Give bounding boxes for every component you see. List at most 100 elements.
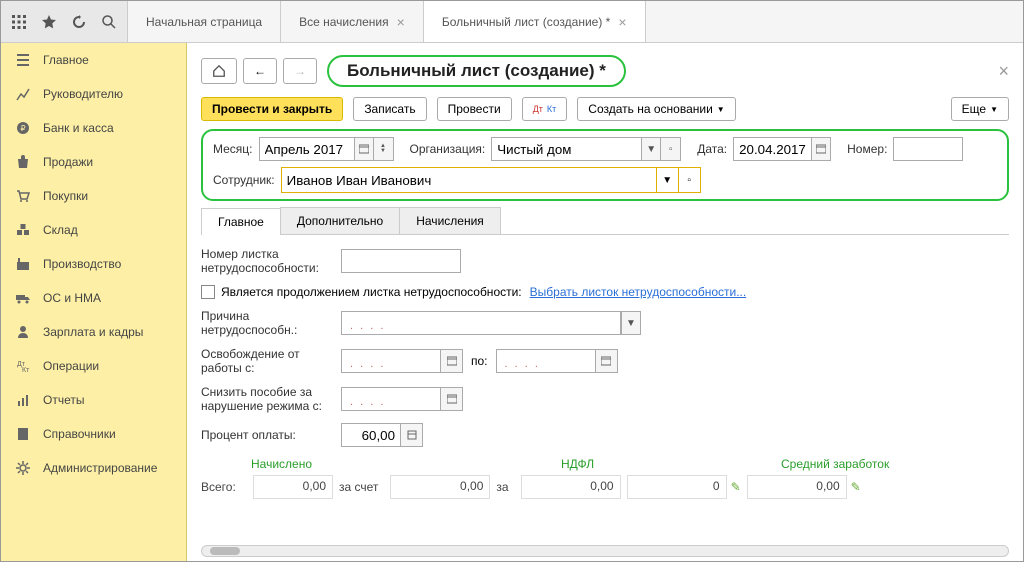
tab-all-accruals[interactable]: Все начисления×	[281, 1, 424, 42]
tab-additional[interactable]: Дополнительно	[280, 207, 400, 234]
sheetno-input[interactable]	[341, 249, 461, 273]
calendar-icon[interactable]	[811, 137, 831, 161]
dtkt-button[interactable]: ДтКт	[522, 97, 568, 121]
topbar: Начальная страница Все начисления× Больн…	[1, 1, 1023, 43]
release-to-input[interactable]	[496, 349, 596, 373]
boxes-icon	[15, 222, 31, 238]
top-tabs: Начальная страница Все начисления× Больн…	[128, 1, 1023, 42]
tab-sick-leave[interactable]: Больничный лист (создание) *×	[424, 1, 646, 42]
month-input[interactable]	[259, 137, 354, 161]
tab-main[interactable]: Главное	[201, 208, 281, 235]
totals-section: Начислено НДФЛ Средний заработок Всего: …	[201, 457, 1009, 499]
sidebar-item-operations[interactable]: ДтКт Операции	[1, 349, 186, 383]
sidebar-item-sales[interactable]: Продажи	[1, 145, 186, 179]
sidebar-item-assets[interactable]: ОС и НМА	[1, 281, 186, 315]
inner-tabs: Главное Дополнительно Начисления	[201, 207, 1009, 235]
forward-button[interactable]: →	[283, 58, 317, 84]
post-close-button[interactable]: Провести и закрыть	[201, 97, 343, 121]
avg-header: Средний заработок	[781, 457, 889, 471]
tab-home[interactable]: Начальная страница	[128, 1, 281, 42]
spinner-icon[interactable]: ▲▼	[374, 137, 394, 161]
tab-accruals[interactable]: Начисления	[399, 207, 501, 234]
calendar-icon[interactable]	[354, 137, 374, 161]
open-icon[interactable]: ▫	[661, 137, 681, 161]
cart-icon	[15, 188, 31, 204]
paypercent-input[interactable]	[341, 423, 401, 447]
continuation-label: Является продолжением листка нетрудоспос…	[221, 285, 522, 299]
dropdown-icon[interactable]: ▼	[641, 137, 661, 161]
reason-field[interactable]: ▼	[341, 311, 641, 335]
calendar-icon[interactable]	[441, 349, 463, 373]
sidebar-item-admin[interactable]: Администрирование	[1, 451, 186, 485]
month-field[interactable]: ▲▼	[259, 137, 394, 161]
sidebar-label: Банк и касса	[43, 121, 114, 135]
by-label1: за счет	[339, 480, 378, 494]
org-field[interactable]: ▼ ▫	[491, 137, 681, 161]
operations-icon: ДтКт	[15, 358, 31, 374]
svg-text:Кт: Кт	[22, 367, 30, 374]
main-panel: ← → Больничный лист (создание) * × Прове…	[187, 43, 1023, 561]
sidebar-item-salary[interactable]: Зарплата и кадры	[1, 315, 186, 349]
sidebar-item-bank[interactable]: ₽Банк и касса	[1, 111, 186, 145]
org-label: Организация:	[410, 142, 486, 156]
continuation-checkbox[interactable]	[201, 285, 215, 299]
dropdown-icon[interactable]: ▼	[621, 311, 641, 335]
save-button[interactable]: Записать	[353, 97, 426, 121]
sidebar-item-purchases[interactable]: Покупки	[1, 179, 186, 213]
factory-icon	[15, 256, 31, 272]
chart-icon	[15, 86, 31, 102]
calc-icon[interactable]	[401, 423, 423, 447]
sidebar-label: Операции	[43, 359, 99, 373]
gear-icon	[15, 460, 31, 476]
edit-icon[interactable]: ✎	[851, 480, 861, 494]
total-v4: 0	[627, 475, 727, 499]
calendar-icon[interactable]	[596, 349, 618, 373]
sidebar-item-reports[interactable]: Отчеты	[1, 383, 186, 417]
search-icon[interactable]	[101, 14, 117, 30]
reason-label: Причина нетрудоспособн.:	[201, 309, 341, 337]
open-icon[interactable]: ▫	[678, 168, 700, 192]
total-v5: 0,00	[747, 475, 847, 499]
horizontal-scrollbar[interactable]	[201, 545, 1009, 557]
post-button[interactable]: Провести	[437, 97, 512, 121]
home-button[interactable]	[201, 58, 237, 84]
org-input[interactable]	[491, 137, 641, 161]
dropdown-icon[interactable]: ▼	[656, 168, 678, 192]
calendar-icon[interactable]	[441, 387, 463, 411]
reduce-label: Снизить пособие за нарушение режима с:	[201, 385, 341, 413]
star-icon[interactable]	[41, 14, 57, 30]
topbar-icon-group	[1, 1, 128, 42]
sidebar-label: Отчеты	[43, 393, 84, 407]
employee-field[interactable]: ▼ ▫	[281, 167, 701, 193]
number-input[interactable]	[893, 137, 963, 161]
report-icon	[15, 392, 31, 408]
date-field[interactable]	[733, 137, 831, 161]
date-input[interactable]	[733, 137, 811, 161]
back-button[interactable]: ←	[243, 58, 277, 84]
select-sheet-link[interactable]: Выбрать листок нетрудоспособности...	[530, 285, 747, 299]
sidebar-label: Склад	[43, 223, 78, 237]
apps-icon[interactable]	[11, 14, 27, 30]
release-from-label: Освобождение от работы с:	[201, 347, 341, 375]
sidebar-item-warehouse[interactable]: Склад	[1, 213, 186, 247]
close-panel-button[interactable]: ×	[998, 61, 1009, 82]
more-button[interactable]: Еще ▼	[951, 97, 1009, 121]
reduce-date-input[interactable]	[341, 387, 441, 411]
employee-input[interactable]	[282, 168, 656, 192]
edit-icon[interactable]: ✎	[731, 480, 741, 494]
close-icon[interactable]: ×	[397, 14, 405, 30]
history-icon[interactable]	[71, 14, 87, 30]
close-icon[interactable]: ×	[618, 14, 626, 30]
create-based-button[interactable]: Создать на основании ▼	[577, 97, 735, 121]
reason-input[interactable]	[341, 311, 621, 335]
to-label: по:	[471, 354, 488, 368]
sidebar: Главное Руководителю ₽Банк и касса Прода…	[1, 43, 187, 561]
sidebar-item-manager[interactable]: Руководителю	[1, 77, 186, 111]
sidebar-label: Продажи	[43, 155, 93, 169]
release-from-input[interactable]	[341, 349, 441, 373]
sidebar-item-catalogs[interactable]: Справочники	[1, 417, 186, 451]
sidebar-item-production[interactable]: Производство	[1, 247, 186, 281]
sheetno-label: Номер листка нетрудоспособности:	[201, 247, 341, 275]
sidebar-item-main[interactable]: Главное	[1, 43, 186, 77]
month-label: Месяц:	[213, 142, 253, 156]
